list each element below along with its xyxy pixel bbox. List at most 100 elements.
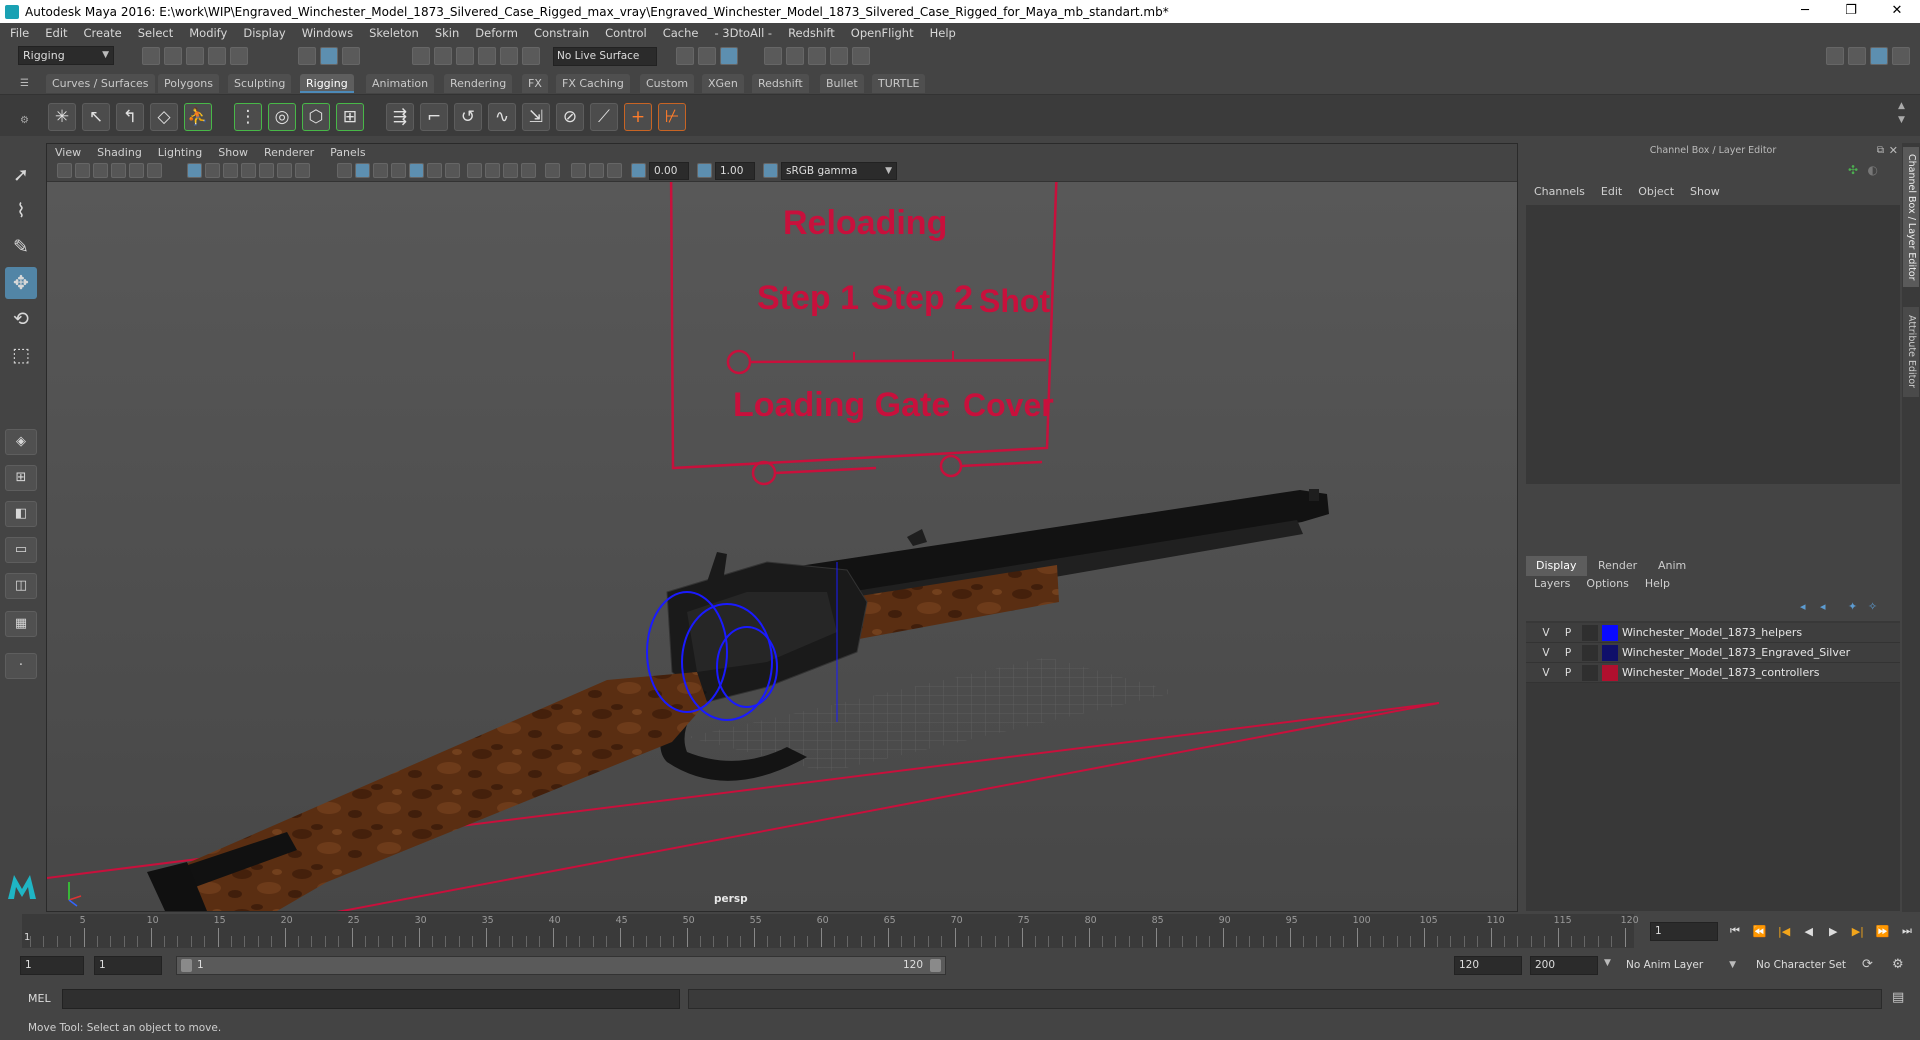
gamma-icon[interactable]: [697, 163, 712, 178]
snap-curve-icon[interactable]: [434, 47, 452, 65]
film-gate-icon[interactable]: [205, 163, 220, 178]
select-object-icon[interactable]: [320, 47, 338, 65]
shadows-icon[interactable]: [445, 163, 460, 178]
single-perspective-layout-icon[interactable]: ◈: [5, 429, 37, 455]
layer-color-swatch[interactable]: [1602, 645, 1618, 661]
layer-display-type[interactable]: [1582, 645, 1598, 661]
menu-cache[interactable]: Cache: [663, 26, 699, 40]
channel-box-speed-icon[interactable]: ◐: [1868, 163, 1878, 177]
tab-turtle[interactable]: TURTLE: [872, 74, 926, 93]
camera-attributes-icon[interactable]: [57, 163, 72, 178]
smooth-bind-icon[interactable]: ◎: [268, 103, 296, 131]
tab-fx[interactable]: FX: [522, 74, 548, 93]
ik-handle-icon[interactable]: ↖: [82, 103, 110, 131]
use-all-lights-icon[interactable]: [427, 163, 442, 178]
chevron-down-icon[interactable]: ▼: [1604, 958, 1611, 968]
script-editor-icon[interactable]: ▤: [1892, 990, 1904, 1005]
grease-pencil-icon[interactable]: [129, 163, 144, 178]
channel-box-manipulator-icon[interactable]: ✣: [1848, 163, 1858, 177]
vp-menu-shading[interactable]: Shading: [97, 146, 142, 159]
backface-cull-icon[interactable]: [607, 163, 622, 178]
character-set-dropdown[interactable]: No Character Set: [1752, 956, 1870, 975]
vp-menu-panels[interactable]: Panels: [330, 146, 365, 159]
paint-select-tool-icon[interactable]: ✎: [5, 231, 37, 263]
select-hierarchy-icon[interactable]: [298, 47, 316, 65]
range-start-handle[interactable]: [181, 959, 192, 972]
wireframe-shading-icon[interactable]: [337, 163, 352, 178]
interactive-bind-icon[interactable]: ⬡: [302, 103, 330, 131]
smooth-shading-icon[interactable]: [355, 163, 370, 178]
xray-joints-icon[interactable]: [571, 163, 586, 178]
tab-custom[interactable]: Custom: [640, 74, 695, 93]
range-slider[interactable]: 1 120: [176, 956, 946, 975]
le-menu-layers[interactable]: Layers: [1534, 577, 1570, 595]
motion-blur-icon[interactable]: [485, 163, 500, 178]
safe-title-icon[interactable]: [295, 163, 310, 178]
restore-button[interactable]: ❐: [1828, 0, 1874, 23]
tab-polygons[interactable]: Polygons: [158, 74, 219, 93]
tab-sculpting[interactable]: Sculpting: [228, 74, 292, 93]
depth-of-field-icon[interactable]: [521, 163, 536, 178]
new-layer-selected-icon[interactable]: ✧: [1868, 600, 1877, 613]
layer-visibility-toggle[interactable]: V: [1538, 665, 1554, 681]
hypershade-icon[interactable]: [852, 47, 870, 65]
exposure-icon[interactable]: [631, 163, 646, 178]
tab-fx-caching[interactable]: FX Caching: [556, 74, 630, 93]
xray-icon[interactable]: [391, 163, 406, 178]
move-layer-up-icon[interactable]: ◂: [1800, 600, 1806, 613]
live-surface-field[interactable]: No Live Surface: [553, 47, 657, 66]
two-d-pan-zoom-icon[interactable]: [147, 163, 162, 178]
vp-menu-show[interactable]: Show: [218, 146, 248, 159]
current-frame-field[interactable]: 1: [1650, 922, 1718, 941]
four-view-layout-icon[interactable]: ⊞: [5, 465, 37, 491]
side-tab-attribute-editor[interactable]: Attribute Editor: [1903, 307, 1919, 397]
layer-row[interactable]: V P Winchester_Model_1873_Engraved_Silve…: [1526, 643, 1900, 663]
gamma-field[interactable]: 1.00: [715, 162, 755, 180]
tab-display[interactable]: Display: [1526, 556, 1587, 576]
tab-anim[interactable]: Anim: [1648, 556, 1696, 576]
render-view-icon[interactable]: [764, 47, 782, 65]
wrap-icon[interactable]: ∿: [488, 103, 516, 131]
paint-weights-icon[interactable]: ⊞: [336, 103, 364, 131]
select-tool-icon[interactable]: ➚: [5, 159, 37, 191]
lock-camera-icon[interactable]: [93, 163, 108, 178]
scale-tool-icon[interactable]: ⬚: [5, 339, 37, 371]
menu-redshift[interactable]: Redshift: [788, 26, 835, 40]
menu-constrain[interactable]: Constrain: [534, 26, 589, 40]
le-menu-options[interactable]: Options: [1586, 577, 1628, 595]
workspace-icon[interactable]: [1826, 47, 1844, 65]
cluster-icon[interactable]: ↺: [454, 103, 482, 131]
side-tab-channel-box[interactable]: Channel Box / Layer Editor: [1903, 147, 1919, 287]
close-panel-icon[interactable]: ✕: [1889, 144, 1898, 157]
vp-menu-renderer[interactable]: Renderer: [264, 146, 314, 159]
anim-layer-dropdown[interactable]: No Anim Layer ▼: [1622, 956, 1738, 975]
layer-display-type[interactable]: [1582, 665, 1598, 681]
go-to-end-icon[interactable]: ⏭: [1898, 924, 1916, 938]
custom-layout-icon[interactable]: ·: [5, 653, 37, 679]
mirror-joint-icon[interactable]: ◇: [150, 103, 178, 131]
menu-openflight[interactable]: OpenFlight: [851, 26, 914, 40]
ipr-render-icon[interactable]: [808, 47, 826, 65]
aim-constraint-icon[interactable]: ⊬: [658, 103, 686, 131]
menu-help[interactable]: Help: [930, 26, 956, 40]
toggle-channel-box-icon[interactable]: [1870, 47, 1888, 65]
layer-color-swatch[interactable]: [1602, 665, 1618, 681]
tab-redshift[interactable]: Redshift: [752, 74, 809, 93]
point-constraint-icon[interactable]: +: [624, 103, 652, 131]
animation-preferences-icon[interactable]: ⚙: [1892, 957, 1904, 972]
quick-rig-icon[interactable]: ⛹: [184, 103, 212, 131]
menu-file[interactable]: File: [10, 26, 29, 40]
input-ops-icon[interactable]: [676, 47, 694, 65]
menu-edit[interactable]: Edit: [45, 26, 67, 40]
menu-3dtoall[interactable]: - 3DtoAll -: [714, 26, 772, 40]
menu-deform[interactable]: Deform: [475, 26, 518, 40]
step-back-frame-icon[interactable]: |◀: [1775, 925, 1793, 938]
safe-action-icon[interactable]: [277, 163, 292, 178]
tab-animation[interactable]: Animation: [366, 74, 435, 93]
snap-grid-icon[interactable]: [412, 47, 430, 65]
blend-shape-icon[interactable]: ⇶: [386, 103, 414, 131]
command-language-label[interactable]: MEL: [28, 992, 51, 1005]
menu-set-dropdown[interactable]: Rigging ▼: [18, 46, 114, 65]
new-scene-icon[interactable]: [142, 47, 160, 65]
redo-icon[interactable]: [230, 47, 248, 65]
